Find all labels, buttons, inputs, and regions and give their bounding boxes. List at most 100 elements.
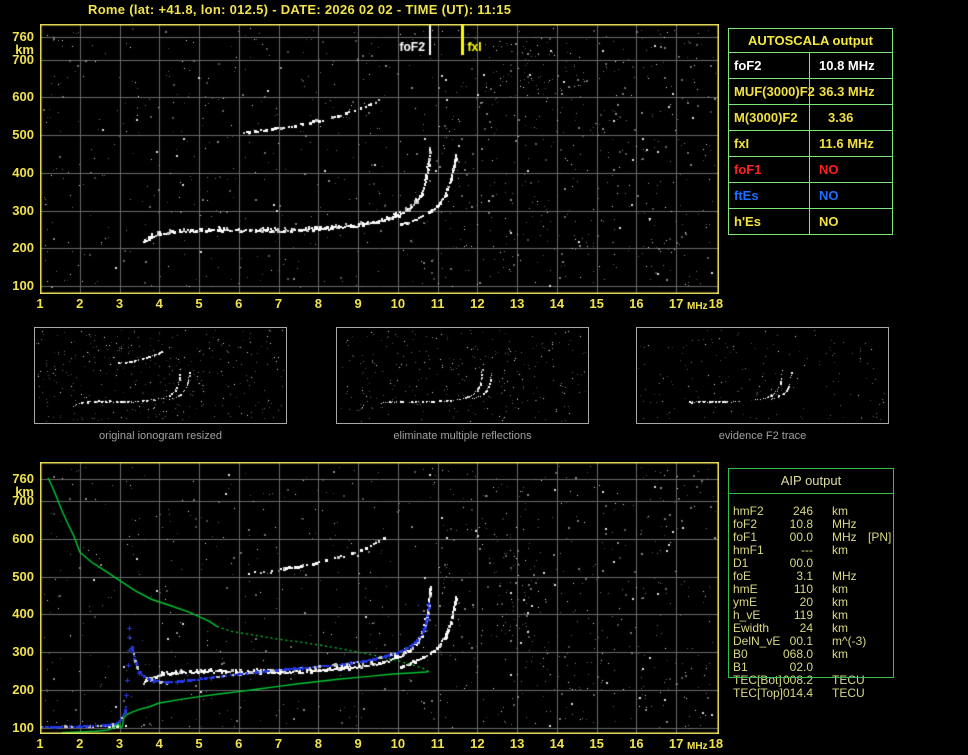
autoscala-row: ftEs NO bbox=[729, 183, 892, 209]
x-tick-label: 16 bbox=[629, 296, 644, 311]
aip-row: D1 00.0 bbox=[733, 556, 903, 570]
x-tick-label: 13 bbox=[509, 296, 525, 311]
thumbnail-caption: original ionogram resized bbox=[99, 430, 222, 442]
aip-row: DelN_vE 00.1 m^(-3) bbox=[733, 634, 903, 648]
aip-row: TEC[Bot] 008.2 TECU bbox=[733, 673, 903, 687]
x-tick-label: 10 bbox=[390, 736, 406, 751]
y-tick-label: 200 bbox=[12, 240, 34, 255]
x-tick-label: 17 bbox=[668, 296, 684, 311]
aip-parameter-value: 20 bbox=[799, 595, 813, 609]
x-tick-label: 1 bbox=[36, 296, 44, 311]
x-tick-label: 17 bbox=[668, 736, 684, 751]
aip-parameter-name: foF2 bbox=[733, 517, 758, 531]
aip-row: hmF1 --- km bbox=[733, 543, 903, 557]
parameter-value: 3.36 bbox=[828, 110, 854, 125]
x-tick-label: 3 bbox=[115, 736, 124, 751]
aip-row: B0 068.0 km bbox=[733, 647, 903, 661]
parameter-label: MUF(3000)F2 bbox=[729, 79, 815, 104]
thumbnail-original-ionogram bbox=[34, 327, 287, 424]
aip-parameter-name: foE bbox=[733, 569, 752, 583]
autoscala-row: fxI 11.6 MHz bbox=[729, 131, 892, 157]
y-tick-label: 400 bbox=[12, 606, 34, 621]
aip-row: B1 02.0 bbox=[733, 660, 903, 674]
autoscala-table-header: AUTOSCALA output bbox=[729, 29, 892, 53]
autoscala-row: foF2 10.8 MHz bbox=[729, 53, 892, 79]
aip-parameter-name: ymE bbox=[733, 595, 757, 609]
aip-parameter-unit: MHz bbox=[832, 517, 857, 531]
x-tick-label: 15 bbox=[589, 736, 604, 751]
aip-parameter-name: B1 bbox=[733, 660, 748, 674]
parameter-label: ftEs bbox=[729, 183, 810, 208]
thumbnail-evidence-f2-trace bbox=[636, 327, 889, 424]
y-tick-label: 500 bbox=[12, 569, 34, 584]
thumbnail-eliminate-reflections bbox=[336, 327, 589, 424]
aip-parameter-unit: TECU bbox=[832, 686, 865, 700]
autoscala-row: MUF(3000)F2 36.3 MHz bbox=[729, 79, 892, 105]
aip-parameter-name: foF1 bbox=[733, 530, 758, 544]
aip-parameter-name: h_vE bbox=[733, 608, 761, 622]
x-tick-label: 7 bbox=[274, 736, 283, 751]
aip-parameter-value: --- bbox=[801, 543, 813, 557]
parameter-label: h'Es bbox=[729, 209, 810, 234]
aip-row: hmE 110 km bbox=[733, 582, 903, 596]
aip-parameter-value: 00.0 bbox=[789, 530, 813, 544]
aip-row: hmF2 246 km bbox=[733, 504, 903, 518]
bottom-ionogram-profile-plot bbox=[40, 462, 719, 734]
parameter-value: 10.8 MHz bbox=[819, 58, 875, 73]
aip-parameter-unit: TECU bbox=[832, 673, 865, 687]
aip-parameter-unit: m^(-3) bbox=[832, 634, 867, 648]
parameter-label: foF1 bbox=[729, 157, 810, 182]
x-tick-label: 12 bbox=[470, 736, 485, 751]
x-tick-label: 12 bbox=[470, 296, 485, 311]
x-tick-label: 3 bbox=[115, 296, 124, 311]
x-tick-label: 2 bbox=[76, 736, 84, 751]
x-tick-label: 4 bbox=[155, 736, 163, 751]
aip-parameter-value: 3.1 bbox=[796, 569, 813, 583]
aip-parameter-unit: km bbox=[832, 543, 848, 557]
y-tick-label: 200 bbox=[12, 682, 34, 697]
aip-parameter-unit: MHz bbox=[832, 530, 857, 544]
aip-parameter-value: 00.0 bbox=[789, 556, 813, 570]
x-tick-label: 6 bbox=[235, 736, 243, 751]
x-tick-label: 6 bbox=[235, 296, 243, 311]
aip-parameter-value: 008.2 bbox=[782, 673, 813, 687]
aip-parameter-unit: km bbox=[832, 582, 848, 596]
x-tick-label: 15 bbox=[589, 296, 604, 311]
parameter-label: fxI bbox=[729, 131, 810, 156]
aip-parameter-value: 10.8 bbox=[789, 517, 813, 531]
parameter-label: foF2 bbox=[729, 53, 810, 78]
autoscala-row: M(3000)F2 3.36 bbox=[729, 105, 892, 131]
x-tick-label: 5 bbox=[195, 296, 203, 311]
thumbnail-caption: eliminate multiple reflections bbox=[393, 430, 532, 442]
aip-parameter-unit: km bbox=[832, 504, 848, 518]
aip-row: Ewidth 24 km bbox=[733, 621, 903, 635]
x-axis-unit-label: MHz bbox=[687, 301, 708, 312]
parameter-value: NO bbox=[819, 162, 839, 177]
aip-parameter-flag: [PN] bbox=[868, 530, 892, 544]
page-title: Rome (lat: +41.8, lon: 012.5) - DATE: 20… bbox=[88, 2, 512, 17]
thumbnail-original-ionogram-canvas bbox=[35, 328, 286, 423]
aip-table-header: AIP output bbox=[729, 469, 893, 494]
top-ionogram-plot bbox=[40, 24, 719, 294]
aip-parameter-name: hmF1 bbox=[733, 543, 764, 557]
y-axis-unit-label: km bbox=[15, 484, 34, 499]
parameter-value: NO bbox=[819, 214, 839, 229]
x-tick-label: 9 bbox=[354, 736, 362, 751]
aip-row: ymE 20 km bbox=[733, 595, 903, 609]
y-tick-label: 300 bbox=[12, 203, 34, 218]
y-tick-label: 600 bbox=[12, 89, 34, 104]
thumbnail-caption: evidence F2 trace bbox=[718, 430, 807, 442]
x-tick-label: 9 bbox=[354, 296, 362, 311]
aip-parameter-value: 014.4 bbox=[782, 686, 813, 700]
autoscala-row: foF1 NO bbox=[729, 157, 892, 183]
aip-parameter-value: 24 bbox=[799, 621, 813, 635]
x-tick-label: 14 bbox=[549, 296, 565, 311]
aip-parameter-name: hmF2 bbox=[733, 504, 764, 518]
x-tick-label: 8 bbox=[314, 736, 322, 751]
autoscala-row: h'Es NO bbox=[729, 209, 892, 234]
aip-parameter-unit: km bbox=[832, 608, 848, 622]
aip-parameter-value: 119 bbox=[793, 608, 813, 622]
x-tick-label: 11 bbox=[430, 296, 445, 311]
parameter-value: NO bbox=[819, 188, 839, 203]
x-tick-label: 13 bbox=[509, 736, 525, 751]
